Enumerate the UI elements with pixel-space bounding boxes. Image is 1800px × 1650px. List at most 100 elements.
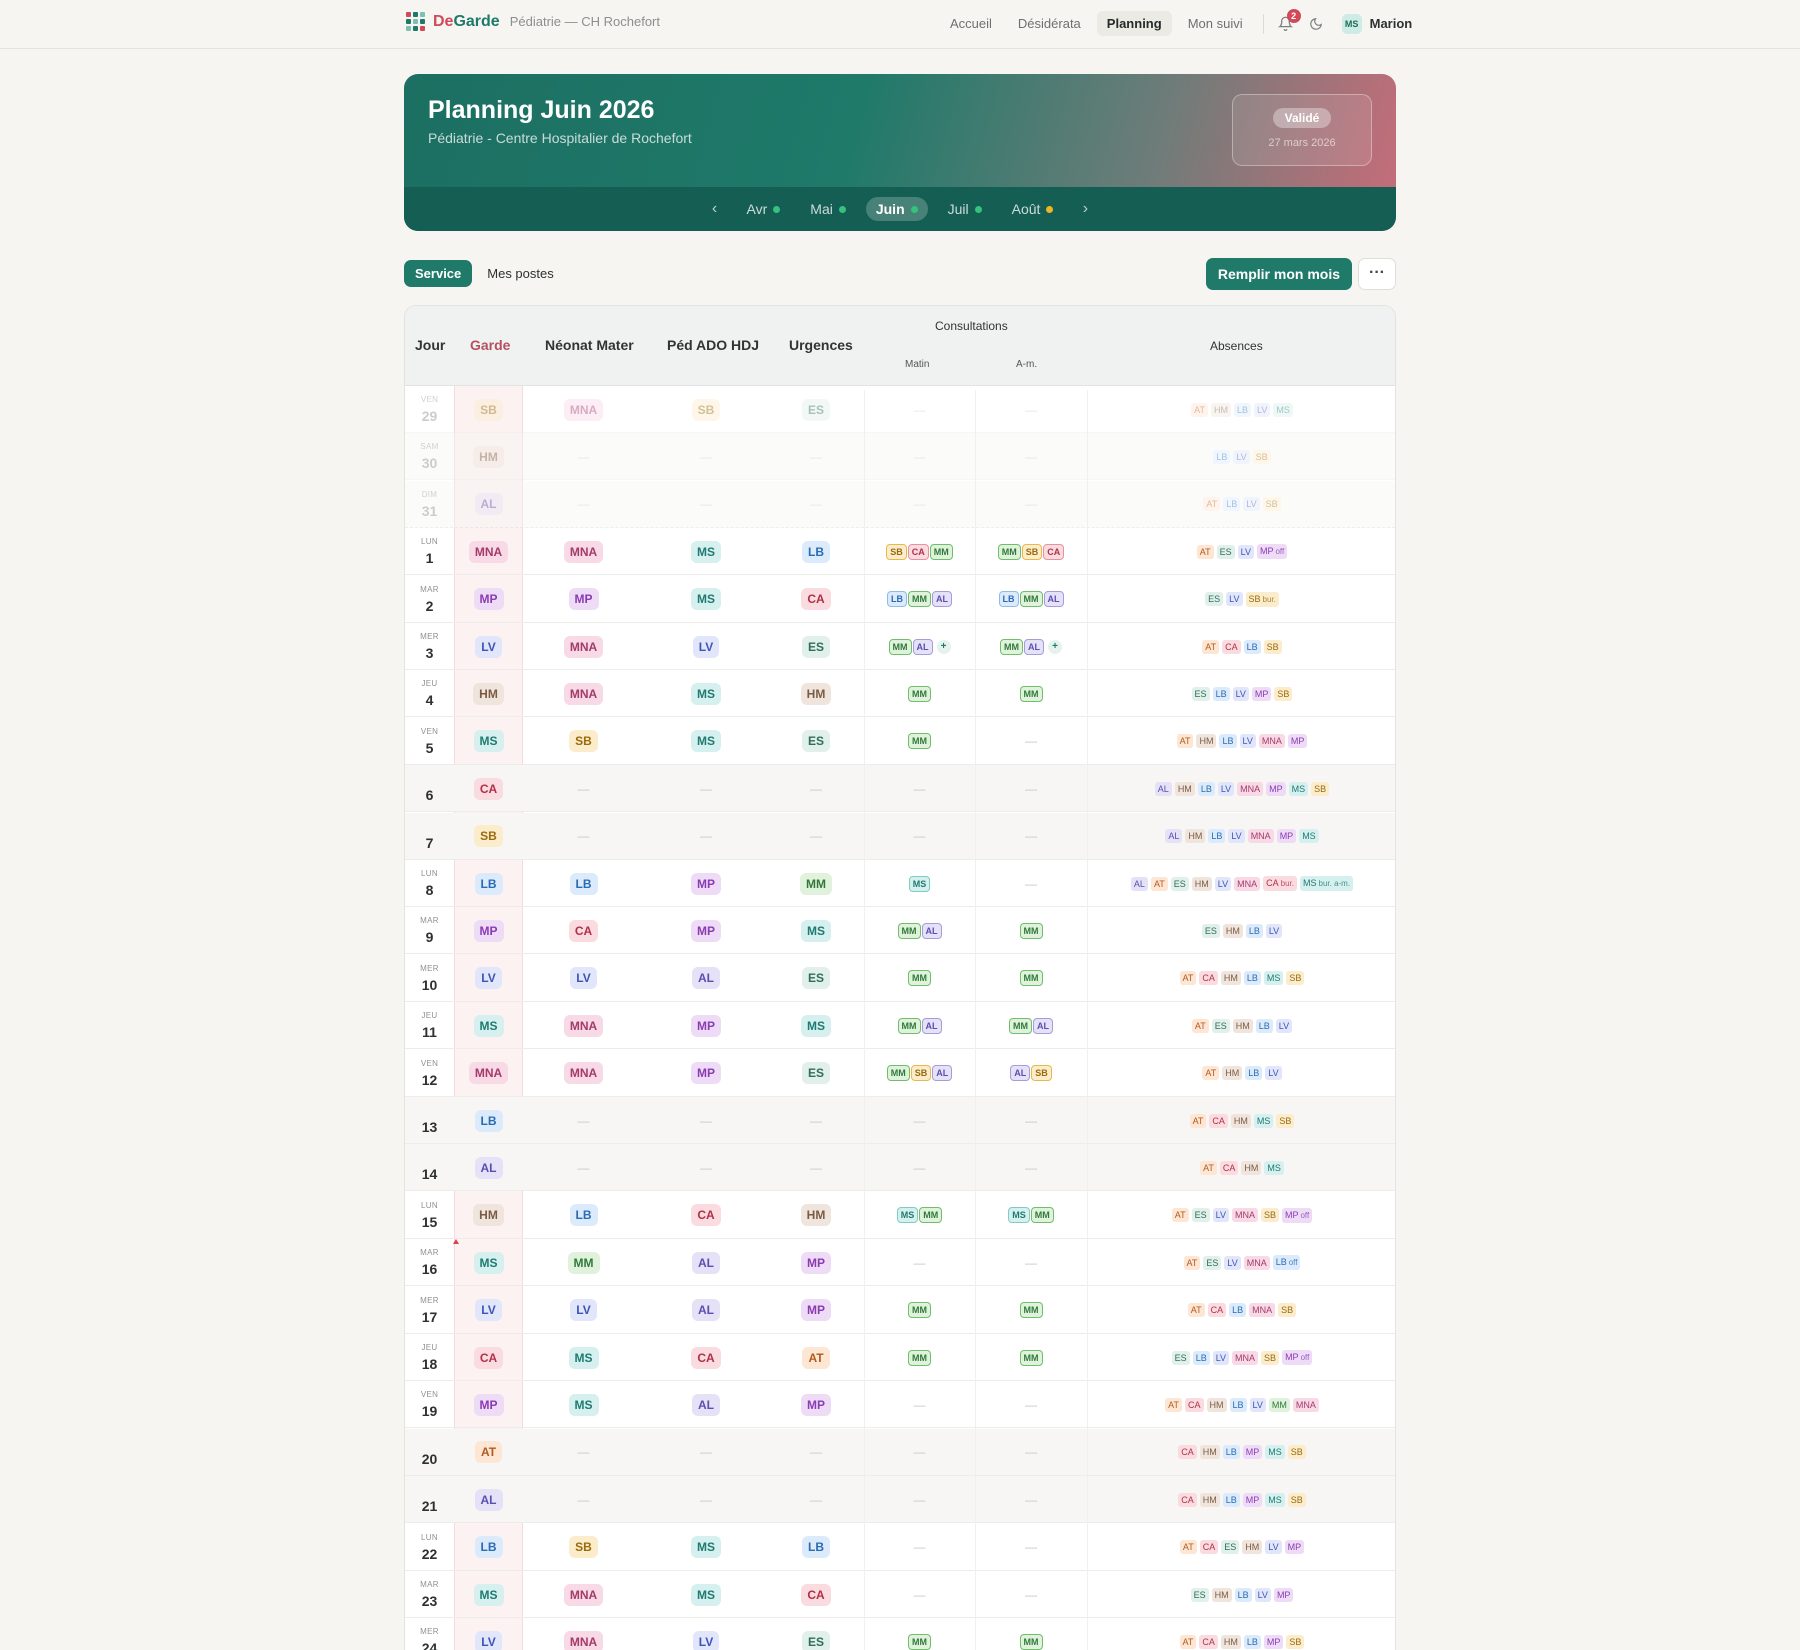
absence-chip[interactable]: LV bbox=[1265, 1066, 1282, 1081]
urg-assignment[interactable]: MS bbox=[801, 1014, 831, 1037]
ped-assignment[interactable]: MP bbox=[691, 919, 721, 942]
urg-assignment[interactable]: ES bbox=[801, 1062, 830, 1085]
absence-chip[interactable]: ES bbox=[1170, 876, 1189, 891]
absence-chip[interactable]: MS bbox=[1263, 971, 1284, 986]
absence-chip[interactable]: MS bbox=[1265, 1445, 1285, 1460]
garde-assignment[interactable]: MP bbox=[473, 588, 504, 611]
consult-chip[interactable]: AL bbox=[1043, 591, 1064, 608]
neonat-assignment[interactable]: MS bbox=[568, 1393, 599, 1416]
absence-chip[interactable]: LB bbox=[1229, 1303, 1247, 1318]
urg-assignment[interactable]: MS bbox=[801, 919, 831, 942]
neonat-cell[interactable]: — bbox=[523, 481, 644, 528]
neonat-cell[interactable]: MNA bbox=[523, 386, 644, 433]
garde-cell[interactable]: MP bbox=[454, 1381, 523, 1428]
neonat-assignment[interactable]: SB bbox=[569, 730, 598, 753]
consult-chip[interactable]: MM bbox=[1019, 685, 1043, 702]
neonat-cell[interactable]: LB bbox=[523, 1192, 644, 1239]
ped-assignment[interactable]: AL bbox=[692, 1251, 720, 1274]
absence-chip[interactable]: MS bbox=[1273, 402, 1293, 417]
ped-assignment[interactable]: MS bbox=[691, 682, 721, 705]
absence-chip[interactable]: HM bbox=[1222, 923, 1243, 938]
consult-chip[interactable]: MM bbox=[908, 685, 931, 702]
absence-chip[interactable]: AT bbox=[1183, 1255, 1201, 1270]
absence-chip[interactable]: LB bbox=[1213, 449, 1231, 464]
nav-planning[interactable]: Planning bbox=[1096, 11, 1172, 36]
garde-assignment[interactable]: HM bbox=[473, 682, 504, 705]
absence-chip[interactable]: LV bbox=[1275, 1018, 1293, 1033]
absence-chip[interactable]: ES bbox=[1205, 592, 1224, 607]
nav-desiderata[interactable]: Désidérata bbox=[1008, 11, 1091, 36]
absence-chip[interactable]: AT bbox=[1179, 1540, 1197, 1555]
urg-assignment[interactable]: CA bbox=[801, 588, 831, 611]
absence-chip[interactable]: HM bbox=[1174, 781, 1195, 796]
consult-am-cell[interactable]: — bbox=[975, 1144, 1087, 1191]
garde-assignment[interactable]: LV bbox=[475, 1630, 502, 1650]
garde-assignment[interactable]: LV bbox=[475, 635, 502, 658]
consult-am-cell[interactable]: — bbox=[975, 433, 1087, 480]
garde-assignment[interactable]: CA bbox=[473, 777, 504, 800]
ped-assignment[interactable]: SB bbox=[691, 398, 721, 421]
absence-chip[interactable]: CA bbox=[1199, 1634, 1218, 1649]
consult-am-cell[interactable]: MM bbox=[975, 955, 1087, 1002]
absence-chip[interactable]: MP off bbox=[1282, 1350, 1313, 1365]
consult-matin-cell[interactable]: — bbox=[864, 1524, 975, 1571]
consult-chip[interactable]: MM bbox=[908, 1633, 931, 1650]
absence-chip[interactable]: LV bbox=[1265, 923, 1283, 938]
absence-chip[interactable]: ES bbox=[1216, 544, 1235, 559]
add-consult-button[interactable]: + bbox=[936, 639, 951, 654]
ped-assignment[interactable]: MS bbox=[691, 540, 721, 563]
neonat-assignment[interactable]: MNA bbox=[563, 1630, 604, 1650]
consult-chip[interactable]: AL bbox=[1024, 638, 1044, 655]
neonat-cell[interactable]: — bbox=[523, 765, 644, 812]
urg-cell[interactable]: MP bbox=[768, 1287, 864, 1334]
consult-chip[interactable]: AL bbox=[912, 638, 933, 655]
month-tab-0[interactable]: Avr bbox=[737, 197, 791, 221]
urg-assignment[interactable]: MP bbox=[801, 1299, 831, 1322]
urg-assignment[interactable]: ES bbox=[801, 1630, 830, 1650]
absence-chip[interactable]: AT bbox=[1202, 1066, 1220, 1081]
urg-assignment[interactable]: LB bbox=[802, 1536, 830, 1559]
neonat-cell[interactable]: MP bbox=[523, 576, 644, 623]
consult-matin-cell[interactable]: MM SB AL bbox=[864, 1050, 975, 1097]
consult-am-cell[interactable]: — bbox=[975, 718, 1087, 765]
consult-chip[interactable]: MM bbox=[908, 970, 931, 987]
ped-cell[interactable]: LV bbox=[644, 1618, 768, 1650]
garde-assignment[interactable]: MS bbox=[473, 730, 504, 753]
garde-cell[interactable]: LB bbox=[454, 1524, 523, 1571]
absence-chip[interactable]: MP bbox=[1284, 1540, 1305, 1555]
consult-am-cell[interactable]: — bbox=[975, 1476, 1087, 1523]
ped-cell[interactable]: — bbox=[644, 481, 768, 528]
consult-matin-cell[interactable]: — bbox=[864, 1097, 975, 1144]
consult-chip[interactable]: MM bbox=[1019, 1302, 1043, 1319]
ped-assignment[interactable]: MS bbox=[691, 588, 721, 611]
neonat-cell[interactable]: — bbox=[523, 1476, 644, 1523]
neonat-cell[interactable]: MNA bbox=[523, 528, 644, 575]
absence-chip[interactable]: MP bbox=[1251, 686, 1272, 701]
urg-cell[interactable]: — bbox=[768, 1144, 864, 1191]
consult-chip[interactable]: SB bbox=[1031, 1065, 1052, 1082]
ped-cell[interactable]: MS bbox=[644, 670, 768, 717]
month-tab-2[interactable]: Juin bbox=[865, 197, 928, 221]
absence-chip[interactable]: HM bbox=[1220, 1634, 1241, 1649]
consult-chip[interactable]: MM bbox=[908, 591, 931, 608]
consult-chip[interactable]: AL bbox=[1010, 1065, 1031, 1082]
ped-assignment[interactable]: MP bbox=[691, 1014, 721, 1037]
urg-cell[interactable]: ES bbox=[768, 1618, 864, 1650]
neonat-cell[interactable]: — bbox=[523, 1429, 644, 1476]
consult-am-cell[interactable]: MS MM bbox=[975, 1192, 1087, 1239]
absence-chip[interactable]: LB bbox=[1243, 971, 1261, 986]
absence-chip[interactable]: AT bbox=[1189, 1113, 1207, 1128]
ped-assignment[interactable]: LV bbox=[692, 635, 720, 658]
ped-cell[interactable]: MP bbox=[644, 907, 768, 954]
month-tab-3[interactable]: Juil bbox=[938, 197, 992, 221]
absence-chip[interactable]: AL bbox=[1165, 829, 1183, 844]
ped-cell[interactable]: CA bbox=[644, 1192, 768, 1239]
consult-matin-cell[interactable]: MS bbox=[864, 860, 975, 907]
consult-chip[interactable]: MM bbox=[1019, 922, 1043, 939]
absence-chip[interactable]: SB bbox=[1287, 1492, 1306, 1507]
absence-chip[interactable]: HM bbox=[1232, 1018, 1253, 1033]
absence-chip[interactable]: LB bbox=[1245, 1066, 1263, 1081]
absence-chip[interactable]: AL bbox=[1130, 876, 1148, 891]
consult-chip[interactable]: MM bbox=[919, 1207, 943, 1224]
user-menu[interactable]: MS Marion bbox=[1341, 13, 1412, 34]
